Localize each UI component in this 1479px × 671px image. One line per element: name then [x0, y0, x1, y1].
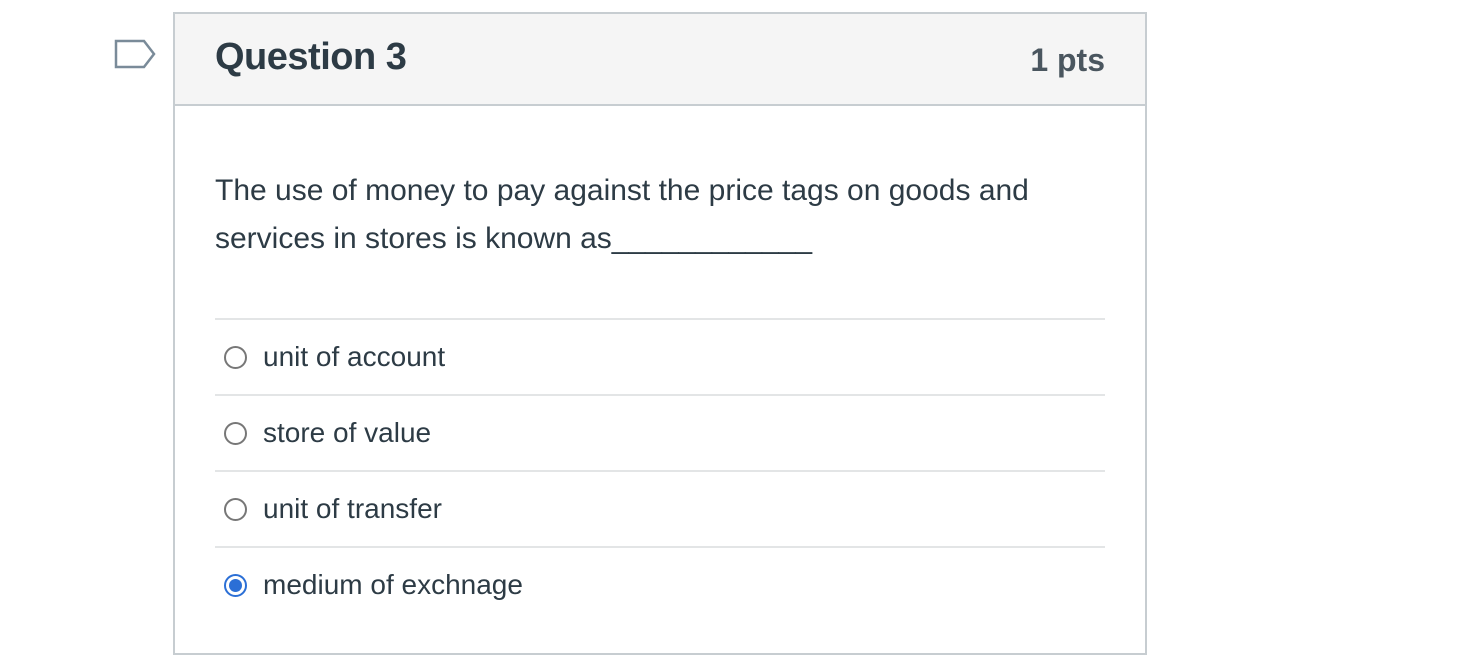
radio-button[interactable]: [224, 345, 247, 369]
answer-option[interactable]: store of value: [215, 396, 1105, 472]
answer-option[interactable]: medium of exchnage: [215, 548, 1105, 622]
radio-button-selected[interactable]: [224, 573, 247, 597]
answer-list: unit of account store of value unit of t…: [215, 318, 1105, 622]
radio-button[interactable]: [224, 421, 247, 445]
question-card: Question 3 1 pts The use of money to pay…: [173, 12, 1147, 655]
answer-option[interactable]: unit of account: [215, 320, 1105, 396]
question-header: Question 3 1 pts: [175, 14, 1145, 106]
answer-label: medium of exchnage: [263, 569, 523, 600]
question-body: The use of money to pay against the pric…: [175, 167, 1145, 622]
answer-label: unit of account: [263, 341, 446, 372]
question-points: 1 pts: [1030, 42, 1105, 78]
answer-option[interactable]: unit of transfer: [215, 472, 1105, 548]
question-title: Question 3: [215, 36, 407, 78]
answer-label: store of value: [263, 417, 432, 448]
flag-question-icon[interactable]: [114, 39, 158, 73]
radio-button[interactable]: [224, 497, 247, 521]
answer-label: unit of transfer: [263, 493, 442, 524]
question-text: The use of money to pay against the pric…: [215, 174, 1029, 255]
